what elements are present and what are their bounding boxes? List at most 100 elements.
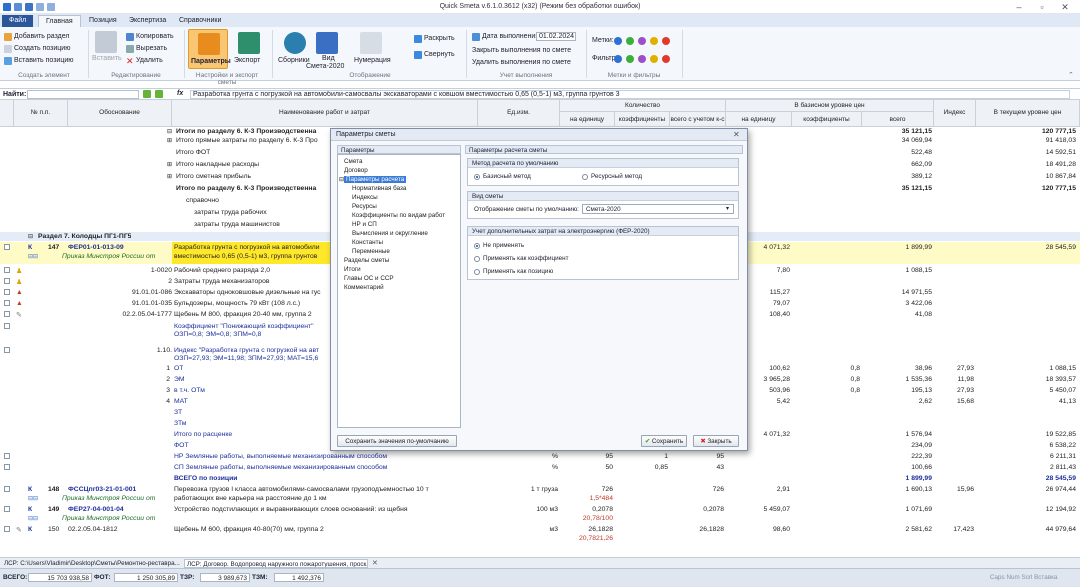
position-row-2[interactable]: ⊟⊟ Приказ Минстроя России от 20,78/100	[0, 514, 1080, 523]
collapse-ribbon-icon[interactable]: ⌃	[1068, 71, 1074, 79]
delete-icon: ✕	[126, 56, 134, 66]
collections-button[interactable]: Сборники	[278, 57, 310, 64]
opt3-label[interactable]: Применять как позицию	[483, 268, 553, 275]
add-section-button[interactable]: Добавить раздел	[14, 33, 69, 40]
opt1-label[interactable]: Не применять	[483, 242, 524, 249]
method-basis-radio[interactable]	[474, 174, 480, 180]
tree-item[interactable]: Переменные	[352, 248, 390, 255]
tree-item[interactable]: Итоги	[344, 266, 361, 273]
tab-file[interactable]: Файл	[2, 15, 34, 27]
opt1-radio[interactable]	[474, 243, 480, 249]
find-prev-icon[interactable]	[155, 90, 163, 98]
mark-red-icon[interactable]	[662, 37, 670, 45]
copy-button[interactable]: Копировать	[136, 33, 174, 40]
group-exec-label: Учет выполнения	[499, 72, 553, 79]
doc-tab[interactable]: ЛСР: C:\Users\Vladimir\Desktop\Сметы\Рем…	[2, 559, 182, 568]
export-button[interactable]: Экспорт	[234, 57, 260, 64]
filter-blue-icon[interactable]	[614, 55, 622, 63]
minimize-icon[interactable]: –	[1012, 2, 1026, 12]
params-dialog: Параметры сметы ✕ Параметры Смета Догово…	[330, 128, 748, 451]
exec-date-input[interactable]: 01.02.2024	[536, 32, 576, 41]
create-position-button[interactable]: Создать позицию	[14, 45, 70, 52]
tree-item[interactable]: Смета	[344, 158, 363, 165]
method-basis-label[interactable]: Базисный метод	[483, 173, 531, 180]
tab-position[interactable]: Позиция	[82, 15, 124, 27]
maximize-icon[interactable]: ▫	[1035, 2, 1049, 12]
header-qty-coef: коэффициенты	[615, 112, 670, 127]
tree-item[interactable]: Константы	[352, 239, 383, 246]
save-default-button[interactable]: Сохранить значения по-умолчанию	[337, 435, 457, 447]
close-icon[interactable]: ✕	[1058, 2, 1072, 13]
position-row-2[interactable]: 20,7821,26	[0, 534, 1080, 543]
tree-item-selected[interactable]: Параметры расчета	[344, 176, 407, 183]
tree-item[interactable]: Разделы сметы	[344, 257, 389, 264]
filter-yellow-icon[interactable]	[650, 55, 658, 63]
tree-item[interactable]: Главы ОС и ССР	[344, 275, 394, 282]
tree-item[interactable]: Договор	[344, 167, 368, 174]
mark-green-icon[interactable]	[626, 37, 634, 45]
total-row[interactable]: ВСЕГО по позиции 1 899,99 28 545,59	[0, 474, 1080, 483]
sp-row[interactable]: СП Земляные работы, выполняемые механизи…	[0, 463, 1080, 472]
tree-item[interactable]: Ресурсы	[352, 203, 377, 210]
opt2-label[interactable]: Применять как коэффициент	[483, 255, 569, 262]
position-row[interactable]: К 148 ФССЦпг03-21-01-001 Перевозка грузов I…	[0, 485, 1080, 494]
filter-purple-icon[interactable]	[638, 55, 646, 63]
tab-home[interactable]: Главная	[38, 15, 81, 27]
opt3-radio[interactable]	[474, 269, 480, 275]
energy-title: Учет дополнительных затрат на электроэне…	[468, 227, 738, 236]
tree-item[interactable]: Комментарий	[344, 284, 384, 291]
tab-references[interactable]: Справочники	[172, 15, 228, 27]
position-row-2[interactable]: ⊟⊟ Приказ Минстроя России от работающих вн…	[0, 494, 1080, 503]
tree-item[interactable]: НР и СП	[352, 221, 377, 228]
separator	[466, 30, 467, 78]
filter-green-icon[interactable]	[626, 55, 634, 63]
tree-item[interactable]: Нормативная база	[352, 185, 406, 192]
doc-tab-active[interactable]: ЛСР: Договор. Водопровод наружного пожар…	[184, 559, 368, 568]
tree-item[interactable]: Вычисления и округление	[352, 230, 428, 237]
chevron-down-icon[interactable]: ▾	[726, 205, 729, 212]
collections-icon	[284, 32, 306, 54]
view-sub-label[interactable]: Смета-2020	[306, 63, 344, 70]
group-settings-label: Настройки и экспорт сметы	[195, 72, 259, 86]
cut-icon	[126, 45, 134, 53]
collapse-button[interactable]: Свернуть	[424, 51, 455, 58]
params-button[interactable]: Параметры	[188, 29, 231, 69]
find-input[interactable]	[27, 90, 139, 99]
numbering-button[interactable]: Нумерация	[354, 57, 391, 64]
status-tzm-label: ТЗМ:	[252, 574, 268, 581]
mark-yellow-icon[interactable]	[650, 37, 658, 45]
find-next-icon[interactable]	[143, 90, 151, 98]
params-icon	[198, 33, 220, 55]
fx-icon: fx	[177, 90, 184, 97]
method-group: Метод расчета по умолчанию Базисный мето…	[467, 158, 739, 186]
status-fot-value: 1 250 305,89	[114, 573, 178, 582]
delete-button[interactable]: Удалить	[136, 57, 163, 64]
view-select[interactable]: Смета-2020	[582, 204, 734, 214]
insert-position-button[interactable]: Вставить позицию	[14, 57, 74, 64]
nr-row[interactable]: НР Земляные работы, выполняемые механизи…	[0, 452, 1080, 461]
formula-input[interactable]: Разработка грунта с погрузкой на автомоб…	[190, 90, 1070, 99]
tab-expertise[interactable]: Экспертиза	[122, 15, 173, 27]
save-button[interactable]: ✔ Сохранить	[641, 435, 687, 447]
expand-button[interactable]: Раскрыть	[424, 35, 455, 42]
mark-blue-icon[interactable]	[614, 37, 622, 45]
tree-item[interactable]: Индексы	[352, 194, 378, 201]
filter-red-icon[interactable]	[662, 55, 670, 63]
dialog-titlebar: Параметры сметы ✕	[331, 129, 747, 141]
method-resource-radio[interactable]	[582, 174, 588, 180]
mark-purple-icon[interactable]	[638, 37, 646, 45]
delete-exec-button[interactable]: Удалить выполнения по смете	[472, 59, 571, 66]
tree-item[interactable]: Коэффициенты по видам работ	[352, 212, 445, 219]
paste-button[interactable]: Вставить	[92, 55, 122, 62]
dialog-close-icon[interactable]: ✕	[733, 130, 740, 139]
cut-button[interactable]: Вырезать	[136, 45, 167, 52]
header-name: Наименование работ и затрат	[172, 100, 478, 127]
close-exec-button[interactable]: Закрыть выполнения по смете	[472, 47, 571, 54]
opt2-radio[interactable]	[474, 256, 480, 262]
view-label[interactable]: Вид	[322, 55, 335, 62]
position-row[interactable]: К 149 ФЕР27-04-001-04 Устройство подстилающ…	[0, 505, 1080, 514]
close-tab-icon[interactable]: ✕	[372, 559, 378, 567]
copy-icon	[126, 33, 134, 41]
method-resource-label[interactable]: Ресурсный метод	[591, 173, 642, 180]
close-button[interactable]: ✖ Закрыть	[693, 435, 739, 447]
